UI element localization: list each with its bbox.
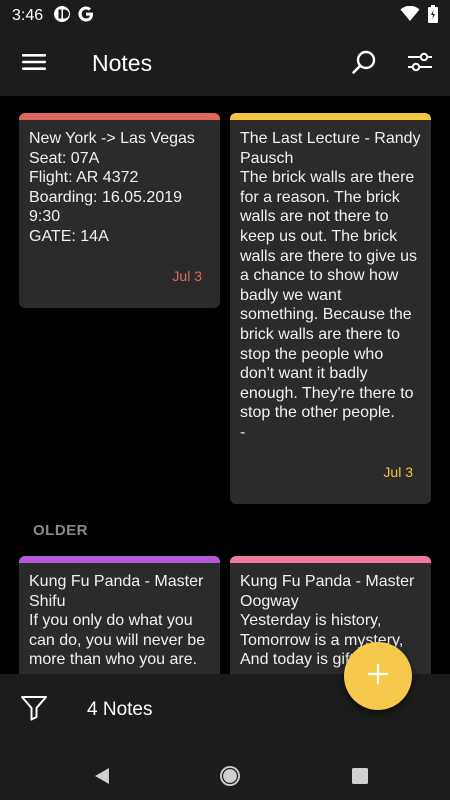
menu-button[interactable] bbox=[14, 44, 54, 84]
status-bar: 3:46 bbox=[0, 0, 450, 32]
plus-icon bbox=[367, 663, 389, 690]
app-bar: Notes bbox=[0, 32, 450, 96]
home-button[interactable] bbox=[210, 758, 250, 798]
notes-count: 4 Notes bbox=[87, 699, 153, 720]
status-time: 3:46 bbox=[12, 7, 44, 24]
note-text: The Last Lecture - Randy Pausch The bric… bbox=[240, 130, 421, 441]
recents-icon bbox=[350, 766, 370, 791]
battery-icon bbox=[428, 4, 438, 28]
add-note-button[interactable] bbox=[344, 642, 412, 710]
filter-icon bbox=[20, 695, 48, 726]
notes-screen: 3:46 Notes New York -> Las Vegas Seat: 0… bbox=[0, 0, 450, 800]
note-card[interactable]: New York -> Las Vegas Seat: 07A Flight: … bbox=[19, 113, 220, 308]
wifi-icon bbox=[400, 5, 420, 27]
back-button[interactable] bbox=[82, 758, 122, 798]
note-date: Jul 3 bbox=[383, 464, 413, 480]
note-card[interactable]: The Last Lecture - Randy Pausch The bric… bbox=[230, 113, 431, 504]
note-color-stripe bbox=[230, 556, 431, 563]
menu-icon bbox=[21, 52, 47, 77]
home-icon bbox=[218, 764, 242, 793]
google-icon bbox=[77, 5, 95, 28]
tune-icon bbox=[407, 51, 433, 78]
notes-grid: New York -> Las Vegas Seat: 07A Flight: … bbox=[0, 96, 450, 674]
search-icon bbox=[351, 49, 377, 80]
search-button[interactable] bbox=[344, 44, 384, 84]
status-system-icons bbox=[400, 4, 438, 28]
recents-button[interactable] bbox=[340, 758, 380, 798]
ad-blocker-icon bbox=[53, 5, 71, 28]
note-text: Kung Fu Panda - Master Shifu If you only… bbox=[29, 573, 206, 669]
filter-button[interactable] bbox=[14, 690, 54, 730]
sort-options-button[interactable] bbox=[400, 44, 440, 84]
back-icon bbox=[92, 766, 112, 791]
page-title: Notes bbox=[92, 50, 153, 76]
note-color-stripe bbox=[19, 556, 220, 563]
note-card[interactable]: Kung Fu Panda - Master Shifu If you only… bbox=[19, 556, 220, 674]
system-navigation-bar bbox=[0, 746, 450, 800]
note-text: New York -> Las Vegas Seat: 07A Flight: … bbox=[29, 130, 195, 245]
note-color-stripe bbox=[230, 113, 431, 120]
section-header-older: OLDER bbox=[33, 522, 88, 539]
note-color-stripe bbox=[19, 113, 220, 120]
status-notification-icons bbox=[53, 5, 95, 28]
note-date: Jul 3 bbox=[172, 268, 202, 284]
